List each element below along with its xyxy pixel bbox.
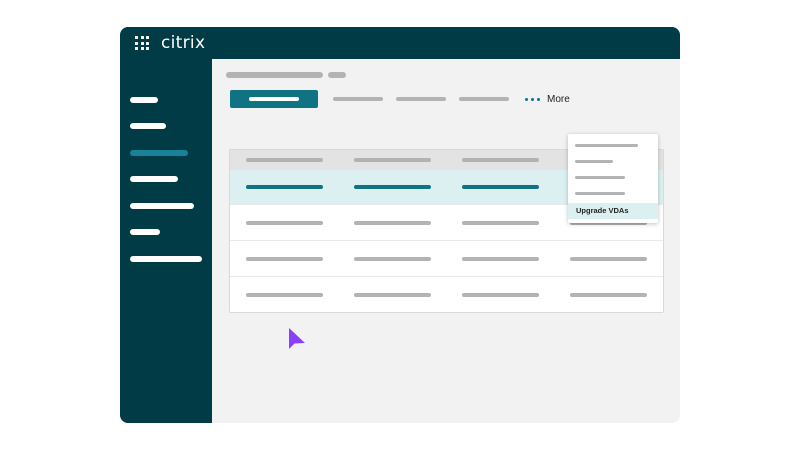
app-window: citrix More Upgrade VDAs xyxy=(120,27,680,423)
dropdown-item-1[interactable] xyxy=(568,138,658,154)
column-header[interactable] xyxy=(246,158,323,162)
toolbar-action-3[interactable] xyxy=(459,97,509,101)
breadcrumb-placeholder xyxy=(226,72,323,78)
table-cell xyxy=(354,185,431,189)
sidebar-item-7[interactable] xyxy=(130,256,202,262)
column-header[interactable] xyxy=(354,158,431,162)
sidebar-item-1[interactable] xyxy=(130,97,158,103)
dropdown-item-4[interactable] xyxy=(568,186,658,202)
table-cell xyxy=(570,293,647,297)
dropdown-item-2[interactable] xyxy=(568,154,658,170)
apps-grid-icon[interactable] xyxy=(135,36,149,50)
table-cell xyxy=(462,221,539,225)
table-row[interactable] xyxy=(230,240,663,277)
table-cell xyxy=(246,185,323,189)
dropdown-item-label-placeholder xyxy=(575,176,625,179)
top-bar: citrix xyxy=(120,27,680,59)
table-cell xyxy=(246,257,323,261)
table-cell xyxy=(570,257,647,261)
upgrade-vdas-menu-item[interactable]: Upgrade VDAs xyxy=(568,203,658,219)
table-row[interactable] xyxy=(230,276,663,312)
dropdown-item-3[interactable] xyxy=(568,170,658,186)
toolbar-action-2[interactable] xyxy=(396,97,446,101)
sidebar-item-4[interactable] xyxy=(130,176,178,182)
sidebar-item-5[interactable] xyxy=(130,203,194,209)
column-header[interactable] xyxy=(462,158,539,162)
table-cell xyxy=(354,257,431,261)
breadcrumb-placeholder-short xyxy=(328,72,346,78)
more-button-label: More xyxy=(547,93,570,105)
sidebar xyxy=(120,59,212,423)
table-cell xyxy=(462,185,539,189)
ellipsis-icon xyxy=(525,97,540,101)
table-cell xyxy=(462,257,539,261)
toolbar-action-1[interactable] xyxy=(333,97,383,101)
table-cell xyxy=(354,221,431,225)
table-cell xyxy=(246,221,323,225)
dropdown-item-label-placeholder xyxy=(575,192,625,195)
more-dropdown-menu: Upgrade VDAs xyxy=(568,134,658,223)
primary-button-label-placeholder xyxy=(249,97,299,101)
citrix-logo: citrix xyxy=(161,33,206,53)
table-cell xyxy=(246,293,323,297)
table-cell xyxy=(354,293,431,297)
primary-action-button[interactable] xyxy=(230,90,318,108)
sidebar-item-3-active[interactable] xyxy=(130,150,188,156)
dropdown-item-label-placeholder xyxy=(575,160,613,163)
upgrade-vdas-label: Upgrade VDAs xyxy=(576,206,629,215)
dropdown-item-label-placeholder xyxy=(575,144,638,147)
mouse-pointer-icon xyxy=(289,328,305,349)
table-cell xyxy=(462,293,539,297)
more-button[interactable]: More xyxy=(525,92,570,106)
sidebar-item-6[interactable] xyxy=(130,229,160,235)
sidebar-item-2[interactable] xyxy=(130,123,166,129)
main-content: More Upgrade VDAs xyxy=(212,59,680,423)
